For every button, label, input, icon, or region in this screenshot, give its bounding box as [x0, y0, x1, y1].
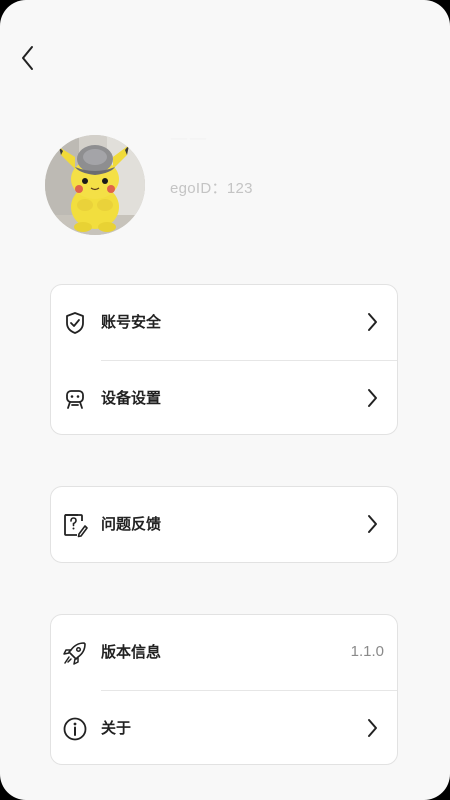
settings-screen: —— egoID：123 账号安全 设备设置 问题反馈 版本信息 1.1.0 关…: [0, 0, 450, 800]
about-label: 关于: [101, 719, 132, 737]
settings-group-feedback: 问题反馈: [50, 486, 398, 563]
chevron-left-icon: [22, 46, 33, 70]
settings-group-account: 账号安全 设备设置: [50, 284, 398, 435]
account-security-row[interactable]: 账号安全: [51, 285, 397, 360]
chevron-right-icon: [365, 387, 379, 409]
info-icon: [62, 716, 88, 742]
version-info-row[interactable]: 版本信息 1.1.0: [51, 615, 397, 690]
avatar-image: [45, 135, 145, 235]
chevron-right-icon: [365, 717, 379, 739]
shield-check-icon: [62, 310, 88, 336]
feedback-row[interactable]: 问题反馈: [51, 487, 397, 562]
robot-icon: [62, 386, 88, 412]
device-settings-row[interactable]: 设备设置: [51, 361, 397, 436]
rocket-icon: [62, 640, 88, 666]
account-security-label: 账号安全: [101, 313, 162, 331]
version-info-label: 版本信息: [101, 643, 162, 661]
back-button[interactable]: [12, 40, 44, 76]
about-row[interactable]: 关于: [51, 691, 397, 766]
feedback-label: 问题反馈: [101, 515, 162, 533]
ego-id: egoID：123: [170, 180, 253, 197]
feedback-question-icon: [62, 512, 88, 538]
device-settings-label: 设备设置: [101, 389, 162, 407]
chevron-right-icon: [365, 513, 379, 535]
username: ——: [170, 128, 208, 149]
version-value: 1.1.0: [350, 643, 384, 660]
chevron-right-icon: [365, 311, 379, 333]
avatar[interactable]: [45, 135, 145, 235]
settings-group-about: 版本信息 1.1.0 关于: [50, 614, 398, 765]
